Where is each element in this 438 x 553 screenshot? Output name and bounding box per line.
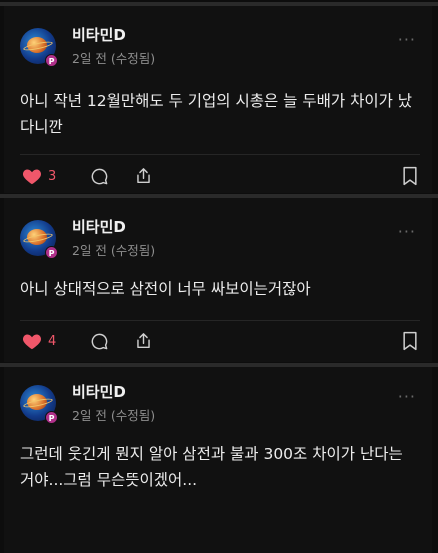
share-button[interactable] (134, 164, 153, 188)
avatar[interactable]: P (20, 220, 58, 259)
post-header: P 비타민D 2일 전 (수정됨) ··· (20, 216, 416, 260)
more-icon[interactable]: ··· (398, 387, 416, 406)
bookmark-icon (403, 331, 417, 351)
post-actions: 3 (20, 164, 420, 188)
post-actions: 4 (20, 329, 420, 353)
comment-icon (91, 333, 108, 349)
post-timestamp: 2일 전 (수정됨) (72, 408, 156, 423)
heart-icon (22, 334, 42, 350)
avatar-badge: P (45, 411, 58, 424)
post-header: P 비타민D 2일 전 (수정됨) ··· (20, 381, 416, 425)
post-timestamp: 2일 전 (수정됨) (72, 51, 156, 66)
more-icon[interactable]: ··· (398, 30, 416, 49)
bookmark-button[interactable] (402, 329, 418, 353)
post-card: P 비타민D 2일 전 (수정됨) ··· 아니 상대적으로 삼전이 너무 싸보… (4, 198, 432, 362)
more-icon[interactable]: ··· (398, 222, 416, 241)
post-card: P 비타민D 2일 전 (수정됨) ··· 아니 작년 12월만해도 두 기업의… (4, 6, 432, 193)
comment-button[interactable] (90, 164, 109, 188)
actions-divider (20, 154, 420, 155)
avatar[interactable]: P (20, 28, 58, 67)
post-text: 아니 작년 12월만해도 두 기업의 시총은 늘 두배가 차이가 났다니깐 (20, 92, 413, 136)
share-button[interactable] (134, 329, 153, 353)
share-icon (137, 168, 150, 184)
like-button[interactable]: 4 (22, 329, 56, 353)
avatar[interactable]: P (20, 385, 58, 424)
actions-divider (20, 320, 420, 321)
post-text: 그런데 웃긴게 뭔지 알아 삼전과 불과 300조 차이가 난다는 거야...그… (20, 445, 403, 489)
author-name[interactable]: 비타민D (72, 381, 126, 402)
post-text: 아니 상대적으로 삼전이 너무 싸보이는거잖아 (20, 280, 311, 298)
like-button[interactable]: 3 (22, 164, 56, 188)
author-name[interactable]: 비타민D (72, 216, 126, 237)
bookmark-icon (403, 166, 417, 186)
comment-button[interactable] (90, 329, 109, 353)
comment-icon (91, 168, 108, 184)
avatar-badge: P (45, 246, 58, 259)
bookmark-button[interactable] (402, 164, 418, 188)
avatar-badge: P (45, 54, 58, 67)
like-count: 3 (48, 168, 57, 184)
post-header: P 비타민D 2일 전 (수정됨) ··· (20, 24, 416, 68)
share-icon (137, 333, 150, 349)
author-name[interactable]: 비타민D (72, 24, 126, 45)
heart-icon (22, 169, 42, 185)
post-card: P 비타민D 2일 전 (수정됨) ··· 그런데 웃긴게 뭔지 알아 삼전과 … (4, 367, 432, 553)
post-timestamp: 2일 전 (수정됨) (72, 243, 156, 258)
like-count: 4 (48, 333, 57, 349)
